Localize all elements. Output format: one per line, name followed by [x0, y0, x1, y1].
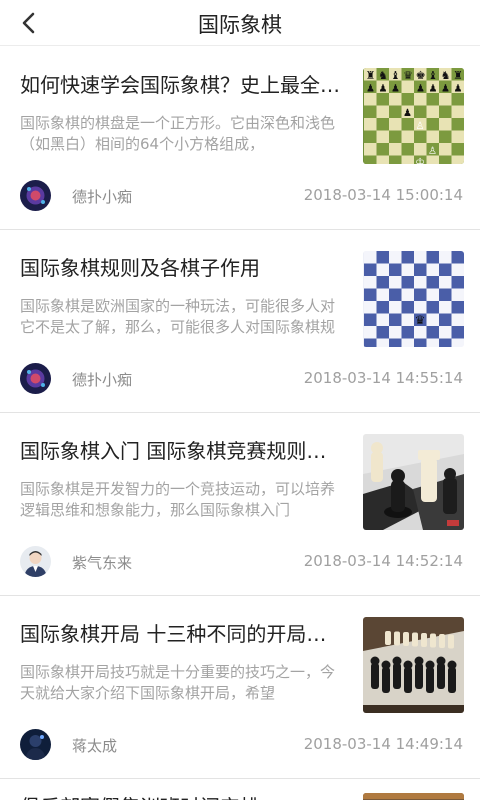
article-title[interactable]: 国际象棋入门 国际象棋竞赛规则详解: [20, 435, 342, 464]
author-name[interactable]: 德扑小痴: [72, 369, 132, 390]
author-name[interactable]: 蒋太成: [72, 735, 117, 756]
article-item[interactable]: 国际象棋开局 十三种不同的开局方法 国际象棋开局技巧就是十分重要的技巧之一，今天…: [0, 596, 480, 779]
svg-text:♚: ♚: [416, 69, 426, 82]
svg-text:♛: ♛: [403, 69, 413, 82]
svg-text:♝: ♝: [428, 69, 438, 82]
svg-text:♛: ♛: [415, 313, 426, 327]
svg-text:♟: ♟: [403, 108, 412, 119]
svg-text:♞: ♞: [378, 69, 388, 82]
top-bar: 国际象棋: [0, 0, 480, 46]
author-avatar[interactable]: [20, 363, 51, 394]
publish-date: 2018-03-14 15:00:14: [303, 186, 463, 204]
article-item[interactable]: 如何快速学会国际象棋？史上最全的国际象棋入门 国际象棋的棋盘是一个正方形。它由深…: [0, 47, 480, 230]
author-avatar[interactable]: [20, 546, 51, 577]
article-thumbnail-chessboard-blue[interactable]: ♛: [363, 251, 464, 347]
article-thumbnail-chessboard-green[interactable]: ♜ ♞ ♝ ♛ ♚ ♝ ♞ ♜♟ ♟ ♟ ♟ ♟ ♟ ♟♟♙♙♔: [363, 68, 464, 164]
article-list: 如何快速学会国际象棋？史上最全的国际象棋入门 国际象棋的棋盘是一个正方形。它由深…: [0, 47, 480, 779]
svg-text:♔: ♔: [415, 156, 425, 164]
article-thumbnail[interactable]: [363, 793, 464, 800]
svg-text:♜: ♜: [453, 69, 463, 82]
article-thumbnail-chess-set[interactable]: [363, 617, 464, 713]
page-title: 国际象棋: [198, 13, 282, 37]
svg-text:♟: ♟: [416, 84, 425, 95]
article-title[interactable]: 俱乐部寒假集训班时间安排: [20, 791, 342, 800]
author-avatar[interactable]: [20, 180, 51, 211]
article-item[interactable]: 国际象棋规则及各棋子作用 国际象棋是欧洲国家的一种玩法，可能很多人对它不是太了解…: [0, 230, 480, 413]
svg-text:♟: ♟: [454, 84, 463, 95]
svg-text:♙: ♙: [428, 146, 437, 157]
svg-text:♟: ♟: [366, 84, 375, 95]
article-summary: 国际象棋开局技巧就是十分重要的技巧之一，今天就给大家介绍下国际象棋开局，希望: [20, 663, 336, 702]
article-summary: 国际象棋的棋盘是一个正方形。它由深色和浅色（如黑白）相间的64个小方格组成，: [20, 114, 336, 153]
author-name[interactable]: 德扑小痴: [72, 186, 132, 207]
svg-text:♟: ♟: [429, 84, 438, 95]
svg-text:♜: ♜: [366, 69, 376, 82]
article-title[interactable]: 如何快速学会国际象棋？史上最全的国际象棋入门: [20, 69, 342, 98]
author-name[interactable]: 紫气东来: [72, 552, 132, 573]
article-item[interactable]: 俱乐部寒假集训班时间安排: [0, 779, 480, 800]
svg-text:♞: ♞: [441, 69, 451, 82]
article-summary: 国际象棋是欧洲国家的一种玩法，可能很多人对它不是太了解，那么，可能很多人对国际象…: [20, 297, 336, 336]
publish-date: 2018-03-14 14:52:14: [303, 552, 463, 570]
svg-text:♟: ♟: [441, 84, 450, 95]
publish-date: 2018-03-14 14:55:14: [303, 369, 463, 387]
article-thumbnail-chess-pieces[interactable]: [363, 434, 464, 530]
svg-text:♟: ♟: [391, 84, 400, 95]
svg-text:♝: ♝: [391, 69, 401, 82]
article-summary: 国际象棋是开发智力的一个竞技运动，可以培养逻辑思维和想象能力，那么国际象棋入门: [20, 480, 336, 519]
article-item[interactable]: 国际象棋入门 国际象棋竞赛规则详解 国际象棋是开发智力的一个竞技运动，可以培养逻…: [0, 413, 480, 596]
svg-text:♙: ♙: [416, 121, 425, 132]
svg-text:♟: ♟: [379, 84, 388, 95]
article-title[interactable]: 国际象棋规则及各棋子作用: [20, 252, 342, 281]
author-avatar[interactable]: [20, 729, 51, 760]
article-title[interactable]: 国际象棋开局 十三种不同的开局方法: [20, 618, 342, 647]
publish-date: 2018-03-14 14:49:14: [303, 735, 463, 753]
